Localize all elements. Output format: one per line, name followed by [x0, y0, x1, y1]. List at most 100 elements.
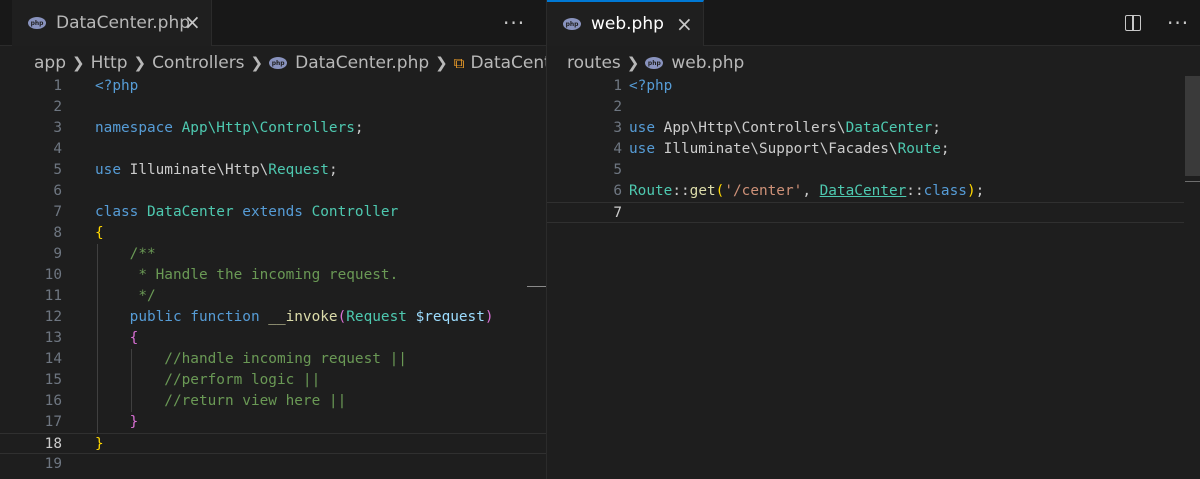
code-line[interactable]: 14 //handle incoming request ||	[0, 349, 546, 370]
tab-web-php[interactable]: php web.php ×	[547, 0, 704, 46]
code-line[interactable]: 3 namespace App\Http\Controllers;	[0, 118, 546, 139]
code-token: namespace	[95, 120, 182, 136]
code-content: use App\Http\Controllers\DataCenter;	[629, 118, 941, 139]
code-line[interactable]: 10 * Handle the incoming request.	[0, 265, 546, 286]
line-number: 7	[53, 204, 62, 220]
code-line[interactable]: 4 use Illuminate\Support\Facades\Route;	[547, 139, 1200, 160]
code-line[interactable]: 5 use Illuminate\Http\Request;	[0, 160, 546, 181]
class-symbol-icon: ⧉	[453, 54, 465, 72]
code-line[interactable]: 15 //perform logic ||	[0, 370, 546, 391]
php-file-icon: php	[563, 18, 581, 30]
code-line[interactable]: 7	[547, 202, 1184, 223]
code-token: {	[129, 330, 139, 346]
line-number: 9	[53, 246, 62, 262]
line-number: 18	[44, 436, 62, 452]
code-line[interactable]: 3 use App\Http\Controllers\DataCenter;	[547, 118, 1200, 139]
line-number: 14	[44, 351, 62, 367]
chevron-right-icon: ❯	[250, 54, 264, 72]
line-number: 5	[53, 162, 62, 178]
code-token: */	[95, 288, 156, 304]
code-line[interactable]: 19	[0, 454, 546, 475]
code-line[interactable]: 18}	[0, 433, 546, 454]
close-icon[interactable]: ×	[676, 12, 693, 36]
line-number: 11	[44, 288, 62, 304]
code-token: use	[629, 120, 664, 136]
breadcrumb-item-routes[interactable]: routes	[567, 53, 621, 73]
editor-pane-right: php web.php × ··· routes ❯ php web.php 1…	[546, 0, 1200, 479]
code-line[interactable]: 2	[0, 97, 546, 118]
code-token: public function	[129, 309, 269, 325]
chevron-right-icon: ❯	[133, 54, 147, 72]
code-token: ;	[975, 183, 985, 199]
code-line[interactable]: 9 /**	[0, 244, 546, 265]
php-file-icon: php	[269, 57, 288, 69]
tab-bar-left: php DataCenter.php × ···	[0, 0, 546, 46]
code-token: }	[95, 436, 104, 452]
code-content: }	[95, 434, 104, 455]
breadcrumb-item-class[interactable]: DataCenter	[470, 53, 546, 73]
line-number: 15	[44, 372, 62, 388]
code-line[interactable]: 13 {	[0, 328, 546, 349]
breadcrumb-item-http[interactable]: Http	[91, 53, 128, 73]
editor-actions-right: ···	[1125, 0, 1189, 46]
code-line[interactable]: 2	[547, 97, 1200, 118]
code-line[interactable]: 8{	[0, 223, 546, 244]
code-token: //return view here ||	[95, 393, 347, 409]
code-token: '/center'	[724, 183, 803, 199]
code-line[interactable]: 12 public function __invoke(Request $req…	[0, 307, 546, 328]
close-icon[interactable]: ×	[184, 10, 201, 34]
code-line[interactable]: 1 <?php	[547, 76, 1200, 97]
code-token: ;	[932, 120, 941, 136]
code-token: (	[337, 309, 347, 325]
line-number: 4	[53, 141, 62, 157]
line-number: 5	[613, 162, 622, 178]
code-token: )	[484, 309, 494, 325]
code-token: __invoke	[268, 309, 338, 325]
line-number: 1	[53, 78, 62, 94]
code-editor-left[interactable]: 1 <?php 2 3 namespace App\Http\Controllers; 4…	[0, 76, 546, 479]
code-token: get	[689, 183, 716, 199]
code-content: //return view here ||	[95, 391, 346, 412]
breadcrumb: routes ❯ php web.php	[547, 51, 1200, 75]
code-content: <?php	[629, 76, 672, 97]
tab-label: DataCenter.php	[56, 13, 191, 33]
code-token: ;	[354, 120, 364, 136]
code-content: * Handle the incoming request.	[95, 265, 398, 286]
code-token: * Handle the incoming request.	[95, 267, 399, 283]
breadcrumb-item-file[interactable]: web.php	[671, 53, 744, 73]
line-number: 2	[613, 99, 622, 115]
code-token: use	[95, 162, 130, 178]
line-number: 13	[44, 330, 62, 346]
code-line[interactable]: 4	[0, 139, 546, 160]
code-line[interactable]: 6 Route::get('/center', DataCenter::class…	[547, 181, 1200, 202]
code-token: <?php	[629, 78, 673, 94]
code-editor-right[interactable]: 1 <?php 2 3 use App\Http\Controllers\DataCen…	[547, 76, 1200, 479]
breadcrumb-item-app[interactable]: app	[34, 53, 66, 73]
code-line[interactable]: 5	[547, 160, 1200, 181]
more-actions-icon[interactable]: ···	[1167, 11, 1189, 35]
line-number: 19	[44, 456, 62, 472]
php-file-icon: php	[645, 57, 664, 69]
code-line[interactable]: 11 */	[0, 286, 546, 307]
line-number: 10	[44, 267, 62, 283]
split-editor-icon[interactable]	[1125, 15, 1141, 31]
code-line[interactable]: 6	[0, 181, 546, 202]
tab-datacenter-php[interactable]: php DataCenter.php ×	[12, 0, 212, 46]
breadcrumb-item-controllers[interactable]: Controllers	[152, 53, 244, 73]
line-number: 12	[44, 309, 62, 325]
code-line[interactable]: 16 //return view here ||	[0, 391, 546, 412]
code-token: /**	[95, 246, 156, 262]
code-line[interactable]: 7 class DataCenter extends Controller	[0, 202, 546, 223]
code-token: Illuminate\Http\	[129, 162, 269, 178]
line-number: 8	[53, 225, 62, 241]
line-number: 3	[53, 120, 62, 136]
breadcrumb-item-file[interactable]: DataCenter.php	[295, 53, 429, 73]
chevron-right-icon: ❯	[626, 54, 640, 72]
code-line[interactable]: 1 <?php	[0, 76, 546, 97]
code-token: DataCenter	[819, 183, 907, 199]
more-actions-icon[interactable]: ···	[503, 11, 525, 35]
code-content: namespace App\Http\Controllers;	[95, 118, 364, 139]
code-line[interactable]: 17 }	[0, 412, 546, 433]
